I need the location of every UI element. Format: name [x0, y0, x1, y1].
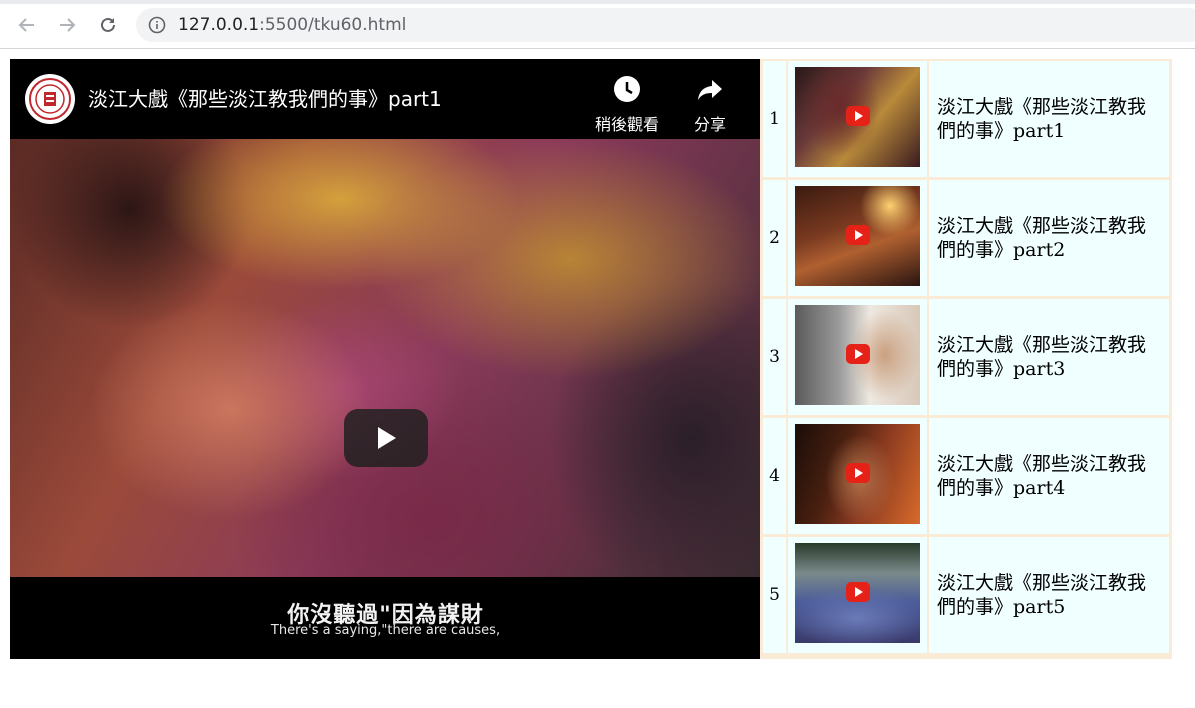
- title-cell: 淡江大戲《那些淡江教我們的事》part3: [929, 299, 1169, 415]
- video-thumbnail[interactable]: [795, 424, 920, 524]
- watch-later-label: 稍後觀看: [594, 115, 659, 134]
- subtitle-english: There's a saying,"there are causes,: [270, 623, 501, 638]
- reload-icon: [101, 17, 115, 32]
- video-title-text: 淡江大戲《那些淡江教我們的事》part1: [937, 96, 1147, 142]
- video-title-text: 淡江大戲《那些淡江教我們的事》part5: [937, 572, 1147, 618]
- table-row[interactable]: 4 淡江大戲《那些淡江教我們的事》part4: [763, 418, 1169, 534]
- university-seal-icon: [29, 78, 71, 120]
- youtube-play-icon: [846, 463, 870, 483]
- table-row[interactable]: 3 淡江大戲《那些淡江教我們的事》part3: [763, 299, 1169, 415]
- thumbnail-cell[interactable]: [788, 537, 927, 653]
- video-thumbnail[interactable]: [795, 543, 920, 643]
- channel-avatar[interactable]: [25, 74, 75, 124]
- tab-strip-edge: [0, 0, 1195, 4]
- video-thumbnail[interactable]: [795, 186, 920, 286]
- reload-button[interactable]: [96, 13, 120, 37]
- thumbnail-cell[interactable]: [788, 61, 927, 177]
- watch-later-button[interactable]: 稍後觀看: [587, 75, 667, 135]
- clock-icon: [614, 76, 640, 102]
- browser-toolbar: 127.0.0.1:5500/tku60.html: [0, 0, 1195, 49]
- thumbnail-cell[interactable]: [788, 299, 927, 415]
- youtube-play-icon: [846, 225, 870, 245]
- forward-button[interactable]: [55, 13, 79, 37]
- video-title-text: 淡江大戲《那些淡江教我們的事》part2: [937, 215, 1147, 261]
- playlist-table: 1 淡江大戲《那些淡江教我們的事》part1 2 淡江大戲《那些淡江教我們的事》…: [760, 59, 1172, 659]
- play-icon: [378, 427, 396, 449]
- video-thumbnail[interactable]: [795, 305, 920, 405]
- row-number: 3: [763, 299, 786, 415]
- share-label: 分享: [693, 115, 726, 134]
- share-icon: [698, 80, 722, 100]
- url-host: 127.0.0.1: [178, 15, 260, 35]
- arrow-left-icon: [18, 18, 34, 32]
- video-title-text: 淡江大戲《那些淡江教我們的事》part4: [937, 453, 1147, 499]
- thumbnail-cell[interactable]: [788, 418, 927, 534]
- row-number: 1: [763, 61, 786, 177]
- video-frame[interactable]: 你沒聽過"因為謀財 There's a saying,"there are ca…: [10, 139, 761, 638]
- row-number: 2: [763, 180, 786, 296]
- title-cell: 淡江大戲《那些淡江教我們的事》part1: [929, 61, 1169, 177]
- video-thumbnail[interactable]: [795, 67, 920, 167]
- url-text: 127.0.0.1:5500/tku60.html: [178, 14, 406, 36]
- table-row[interactable]: 2 淡江大戲《那些淡江教我們的事》part2: [763, 180, 1169, 296]
- table-row[interactable]: 5 淡江大戲《那些淡江教我們的事》part5: [763, 537, 1169, 653]
- play-button[interactable]: [344, 409, 428, 467]
- video-title[interactable]: 淡江大戲《那些淡江教我們的事》part1: [88, 86, 442, 112]
- youtube-play-icon: [846, 344, 870, 364]
- video-player[interactable]: 你沒聽過"因為謀財 There's a saying,"there are ca…: [10, 59, 761, 659]
- video-title-text: 淡江大戲《那些淡江教我們的事》part3: [937, 334, 1147, 380]
- youtube-play-icon: [846, 106, 870, 126]
- url-path: :5500/tku60.html: [259, 15, 407, 35]
- back-button[interactable]: [15, 13, 39, 37]
- row-number: 4: [763, 418, 786, 534]
- share-button[interactable]: 分享: [670, 75, 750, 135]
- youtube-play-icon: [846, 582, 870, 602]
- title-cell: 淡江大戲《那些淡江教我們的事》part5: [929, 537, 1169, 653]
- info-icon[interactable]: [148, 16, 166, 34]
- address-bar[interactable]: 127.0.0.1:5500/tku60.html: [136, 8, 1195, 42]
- arrow-right-icon: [60, 18, 76, 32]
- title-cell: 淡江大戲《那些淡江教我們的事》part2: [929, 180, 1169, 296]
- row-number: 5: [763, 537, 786, 653]
- table-row[interactable]: 1 淡江大戲《那些淡江教我們的事》part1: [763, 61, 1169, 177]
- thumbnail-cell[interactable]: [788, 180, 927, 296]
- title-cell: 淡江大戲《那些淡江教我們的事》part4: [929, 418, 1169, 534]
